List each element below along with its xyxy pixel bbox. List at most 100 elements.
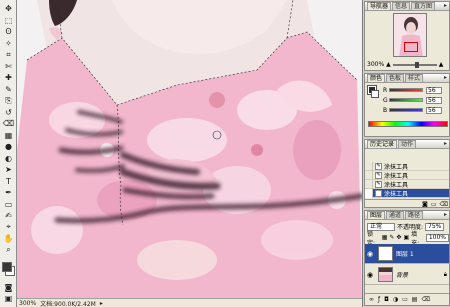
layer-style-icon[interactable]: ƒ	[378, 296, 380, 303]
lock-transparency-icon[interactable]: ▦	[382, 234, 388, 241]
clone-stamp-tool[interactable]: ⎘	[2, 95, 15, 106]
panel-menu-icon[interactable]: ▸	[444, 211, 447, 219]
opacity-field[interactable]: 75%	[425, 222, 445, 231]
status-zoom[interactable]: 300%	[19, 300, 36, 307]
tools-palette: ✥ ⬚ ʘ ✧ ⌗ ✄ ✚ ✎ ⎘ ↺ ⌫ ▦ ● ◐ ➤ T ✒ ▭ ✍ ⌖ ✋ ⌕ ◙ ▣	[0, 0, 17, 307]
trash-icon[interactable]: ⌫	[440, 201, 448, 208]
panel-menu-icon[interactable]: ▸	[444, 2, 447, 10]
tab-history[interactable]: 历史记录	[367, 140, 398, 148]
tab-histogram[interactable]: 直方图	[411, 2, 436, 10]
lock-brush-icon[interactable]: ✎	[389, 234, 394, 241]
dodge-tool[interactable]: ◐	[2, 153, 15, 164]
slider-knob[interactable]	[414, 61, 419, 68]
link-icon[interactable]: ∞	[369, 296, 374, 303]
status-arrow-icon[interactable]: ▸	[100, 300, 103, 307]
layer-name[interactable]: 图层 1	[396, 249, 414, 258]
mask-icon[interactable]: ◘	[384, 296, 389, 303]
layer-lock-row: 锁定: ▦ ✎ ✥ ▣ 填充: 100%	[367, 231, 449, 247]
blue-value-field[interactable]: 56	[426, 106, 442, 114]
document-canvas[interactable]	[17, 0, 362, 298]
tab-channels[interactable]: 通道	[386, 211, 405, 219]
navigator-zoom-value[interactable]: 300%	[367, 61, 384, 68]
eyedropper-tool[interactable]: ⌖	[2, 222, 15, 233]
notes-tool[interactable]: ✍	[2, 210, 15, 221]
pen-tool[interactable]: ✒	[2, 187, 15, 198]
trash-icon[interactable]: ⌫	[421, 296, 429, 303]
folder-icon[interactable]: ▭	[402, 296, 408, 303]
layer-name[interactable]: 背景	[396, 270, 408, 279]
zoom-in-icon[interactable]: ▲	[439, 61, 444, 68]
panel-menu-icon[interactable]: ▸	[444, 74, 447, 82]
path-selection-tool[interactable]: ➤	[2, 164, 15, 175]
zoom-tool[interactable]: ⌕	[2, 245, 15, 256]
tab-navigator[interactable]: 导航器	[367, 2, 392, 10]
shape-tool[interactable]: ▭	[2, 199, 15, 210]
hand-tool[interactable]: ✋	[2, 233, 15, 244]
history-item-label: 涂抹工具	[384, 172, 409, 180]
lock-all-icon[interactable]: ▣	[403, 234, 409, 241]
foreground-swatch[interactable]	[2, 262, 12, 272]
layers-footer: ∞ ƒ ◘ ◑ ▭ ▤ ⌫	[365, 293, 449, 305]
background-color-chip[interactable]	[371, 90, 379, 98]
navigator-tabs: 导航器 信息 直方图 ▸	[365, 2, 449, 11]
slice-tool[interactable]: ✄	[2, 61, 15, 72]
smudge-tool-icon: ✎	[375, 180, 382, 188]
tab-swatches[interactable]: 色板	[386, 74, 405, 82]
status-bar: 300% 文档:900.0K/2.42M ▸	[17, 298, 362, 307]
quick-mask-icon[interactable]: ◙	[2, 282, 15, 293]
navigator-thumbnail[interactable]	[393, 13, 427, 57]
tab-info[interactable]: 信息	[392, 2, 411, 10]
tab-actions[interactable]: 动作	[398, 140, 417, 148]
magic-wand-tool[interactable]: ✧	[2, 38, 15, 49]
color-row-g: G 56	[383, 96, 449, 104]
crop-tool[interactable]: ⌗	[2, 49, 15, 60]
history-item-current[interactable]: ✎ 涂抹工具	[365, 188, 449, 198]
tab-styles[interactable]: 样式	[405, 74, 424, 82]
brush-tool[interactable]: ✎	[2, 84, 15, 95]
adjustment-icon[interactable]: ◑	[393, 296, 398, 303]
fill-field[interactable]: 100%	[425, 233, 449, 242]
zoom-out-icon[interactable]: ▲	[386, 61, 391, 68]
eye-icon[interactable]: ◉	[365, 271, 375, 279]
gradient-tool[interactable]: ▦	[2, 130, 15, 141]
green-slider[interactable]	[389, 98, 423, 102]
blue-slider[interactable]	[389, 108, 423, 112]
red-slider[interactable]	[389, 88, 423, 92]
tab-layers[interactable]: 图层	[367, 211, 386, 219]
eraser-tool[interactable]: ⌫	[2, 118, 15, 129]
eye-icon[interactable]: ◉	[365, 250, 375, 258]
tab-color[interactable]: 颜色	[367, 74, 386, 82]
color-tabs: 颜色 色板 样式 ▸	[365, 74, 449, 83]
red-value-field[interactable]: 56	[426, 86, 442, 94]
navigator-zoom-slider[interactable]	[392, 61, 437, 68]
navigator-panel: 导航器 信息 直方图 ▸ 300% ▲ ▲	[364, 1, 450, 71]
healing-brush-tool[interactable]: ✚	[2, 72, 15, 83]
blur-tool[interactable]: ●	[2, 141, 15, 152]
move-tool[interactable]: ✥	[2, 3, 15, 14]
smudge-tool-icon: ✎	[375, 171, 382, 179]
new-layer-icon[interactable]: ▤	[412, 296, 418, 303]
navigator-view-box[interactable]	[404, 42, 418, 52]
history-item-label: 涂抹工具	[384, 163, 409, 171]
photo-artwork	[17, 0, 362, 298]
new-snapshot-icon[interactable]: ◙	[422, 201, 428, 208]
marquee-tool[interactable]: ⬚	[2, 15, 15, 26]
history-brush-tool[interactable]: ↺	[2, 107, 15, 118]
lock-move-icon[interactable]: ✥	[396, 234, 401, 241]
layers-tabs: 图层 通道 路径 ▸	[365, 211, 449, 220]
history-footer: ◙ ▭ ⌫	[365, 199, 449, 208]
type-tool[interactable]: T	[2, 176, 15, 187]
history-tabs: 历史记录 动作 ▸	[365, 140, 449, 149]
layer-row[interactable]: ◉ 背景 🔒︎	[365, 265, 449, 285]
color-spectrum-bar[interactable]	[368, 121, 448, 127]
green-value-field[interactable]: 56	[426, 96, 442, 104]
panel-menu-icon[interactable]: ▸	[444, 140, 447, 148]
lasso-tool[interactable]: ʘ	[2, 26, 15, 37]
screen-mode-icon[interactable]: ▣	[2, 293, 15, 304]
tab-paths[interactable]: 路径	[405, 211, 424, 219]
smudge-tool-icon: ✎	[375, 189, 382, 197]
color-panel: 颜色 色板 样式 ▸ R 56 G 56 B 56	[364, 73, 450, 137]
layer-row[interactable]: ◉ 图层 1	[365, 244, 449, 264]
navigator-zoom-bar: 300% ▲ ▲	[365, 60, 449, 69]
new-document-icon[interactable]: ▭	[431, 201, 437, 208]
